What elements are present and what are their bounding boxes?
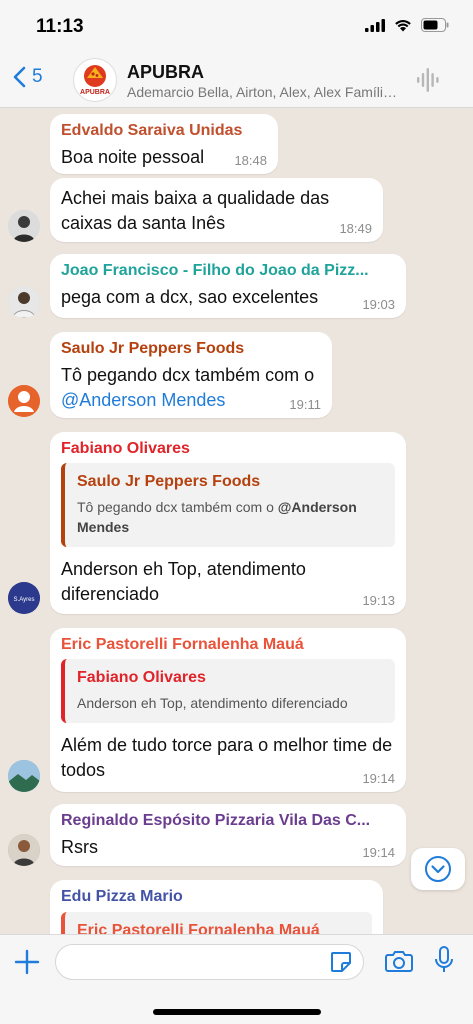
quoted-text: Anderson eh Top, atendimento diferenciad…	[77, 695, 348, 711]
message-text: Achei mais baixa a qualidade das caixas …	[61, 188, 330, 233]
message-time: 19:14	[362, 845, 395, 860]
group-members[interactable]: Ademarcio Bella, Airton, Alex, Alex Famí…	[127, 84, 397, 100]
avatar[interactable]: S.Ayres	[8, 582, 40, 614]
message-sender: Edu Pizza Mario	[61, 888, 183, 905]
wifi-icon	[395, 19, 411, 31]
message-text: Rsrs	[61, 837, 98, 857]
message-bubble[interactable]: Joao Francisco - Filho do Joao da Pizz..…	[50, 254, 406, 318]
message-bubble[interactable]: Reginaldo Espósito Pizzaria Vila Das C..…	[50, 804, 406, 866]
person-photo-icon	[8, 210, 40, 242]
group-title[interactable]: APUBRA	[127, 62, 204, 83]
message-bubble[interactable]: Saulo Jr Peppers Foods Tô pegando dcx ta…	[50, 332, 332, 418]
unread-count: 5	[32, 66, 43, 87]
message-bubble[interactable]: Edu Pizza Mario Eric Pastorelli Fornalen…	[50, 880, 383, 934]
message-time: 19:13	[362, 593, 395, 608]
message-bubble[interactable]: Edvaldo Saraiva Unidas Boa noite pessoal…	[50, 114, 278, 174]
svg-text:S.Ayres: S.Ayres	[14, 597, 35, 603]
quoted-message[interactable]: Fabiano Olivares Anderson eh Top, atendi…	[61, 659, 395, 723]
status-bar: 11:13	[0, 0, 473, 50]
message-sender: Saulo Jr Peppers Foods	[61, 340, 245, 357]
composer-bar	[0, 934, 473, 1024]
message-text: Anderson eh Top, atendimento diferenciad…	[61, 559, 306, 604]
default-avatar-icon	[8, 385, 40, 417]
message-time: 18:48	[234, 153, 267, 168]
quoted-sender: Saulo Jr Peppers Foods	[77, 473, 261, 490]
message-bubble[interactable]: Achei mais baixa a qualidade das caixas …	[50, 178, 383, 242]
chevron-left-icon	[13, 66, 26, 88]
message-time: 19:14	[362, 771, 395, 786]
message-sender: Eric Pastorelli Fornalenha Mauá	[61, 636, 304, 653]
chevron-down-circle-icon	[425, 856, 451, 882]
scroll-to-bottom-button[interactable]	[411, 848, 465, 890]
person-photo-icon	[8, 834, 40, 866]
quoted-sender: Fabiano Olivares	[77, 669, 206, 686]
avatar[interactable]	[8, 834, 40, 866]
message-text: Além de tudo torce para o melhor time de…	[61, 735, 393, 780]
message-bubble[interactable]: Fabiano Olivares Saulo Jr Peppers Foods …	[50, 432, 406, 614]
chat-header: 5 APUBRA APUBRA Ademarcio Bella, Airton,…	[0, 50, 473, 108]
message-text: Tô pegando dcx também com o @Anderson Me…	[61, 363, 321, 413]
quoted-text: Tô pegando dcx também com o @Anderson Me…	[77, 497, 383, 537]
quoted-text-part: Tô pegando dcx também com o	[77, 499, 278, 515]
avatar[interactable]	[8, 385, 40, 417]
message-sender: Edvaldo Saraiva Unidas	[61, 122, 243, 139]
person-photo-icon	[8, 286, 40, 318]
apubra-logo-icon: APUBRA	[80, 65, 110, 96]
business-logo-icon: S.Ayres	[8, 582, 40, 614]
microphone-icon[interactable]	[434, 945, 454, 975]
status-icons	[365, 18, 449, 32]
back-button[interactable]: 5	[12, 66, 43, 88]
message-time: 19:03	[362, 297, 395, 312]
sticker-icon[interactable]	[329, 950, 353, 974]
message-time: 18:49	[339, 221, 372, 236]
message-text-part: Tô pegando dcx também com o	[61, 365, 315, 385]
quoted-message[interactable]: Saulo Jr Peppers Foods Tô pegando dcx ta…	[61, 463, 395, 547]
avatar[interactable]	[8, 760, 40, 792]
status-time: 11:13	[36, 16, 84, 37]
message-sender: Reginaldo Espósito Pizzaria Vila Das C..…	[61, 812, 371, 829]
battery-icon	[421, 18, 449, 32]
message-sender: Fabiano Olivares	[61, 440, 190, 457]
avatar[interactable]	[8, 210, 40, 242]
message-input[interactable]	[55, 944, 364, 980]
chat-area[interactable]: Edvaldo Saraiva Unidas Boa noite pessoal…	[0, 108, 473, 934]
quoted-message[interactable]: Eric Pastorelli Fornalenha Mauá	[61, 912, 372, 934]
signal-icon	[365, 18, 385, 32]
audio-wave-icon[interactable]	[417, 68, 439, 92]
quoted-sender: Eric Pastorelli Fornalenha Mauá	[77, 922, 320, 934]
svg-text:APUBRA: APUBRA	[80, 89, 110, 96]
plus-icon[interactable]	[14, 949, 40, 975]
message-text: pega com a dcx, sao excelentes	[61, 287, 319, 307]
camera-icon[interactable]	[385, 949, 413, 973]
landscape-photo-icon	[8, 760, 40, 792]
message-sender: Joao Francisco - Filho do Joao da Pizz..…	[61, 262, 369, 279]
group-avatar[interactable]: APUBRA	[73, 58, 117, 102]
message-bubble[interactable]: Eric Pastorelli Fornalenha Mauá Fabiano …	[50, 628, 406, 792]
avatar[interactable]	[8, 286, 40, 318]
home-indicator	[153, 1009, 321, 1015]
message-time: 19:11	[289, 397, 321, 412]
mention-link[interactable]: @Anderson Mendes	[61, 390, 225, 410]
